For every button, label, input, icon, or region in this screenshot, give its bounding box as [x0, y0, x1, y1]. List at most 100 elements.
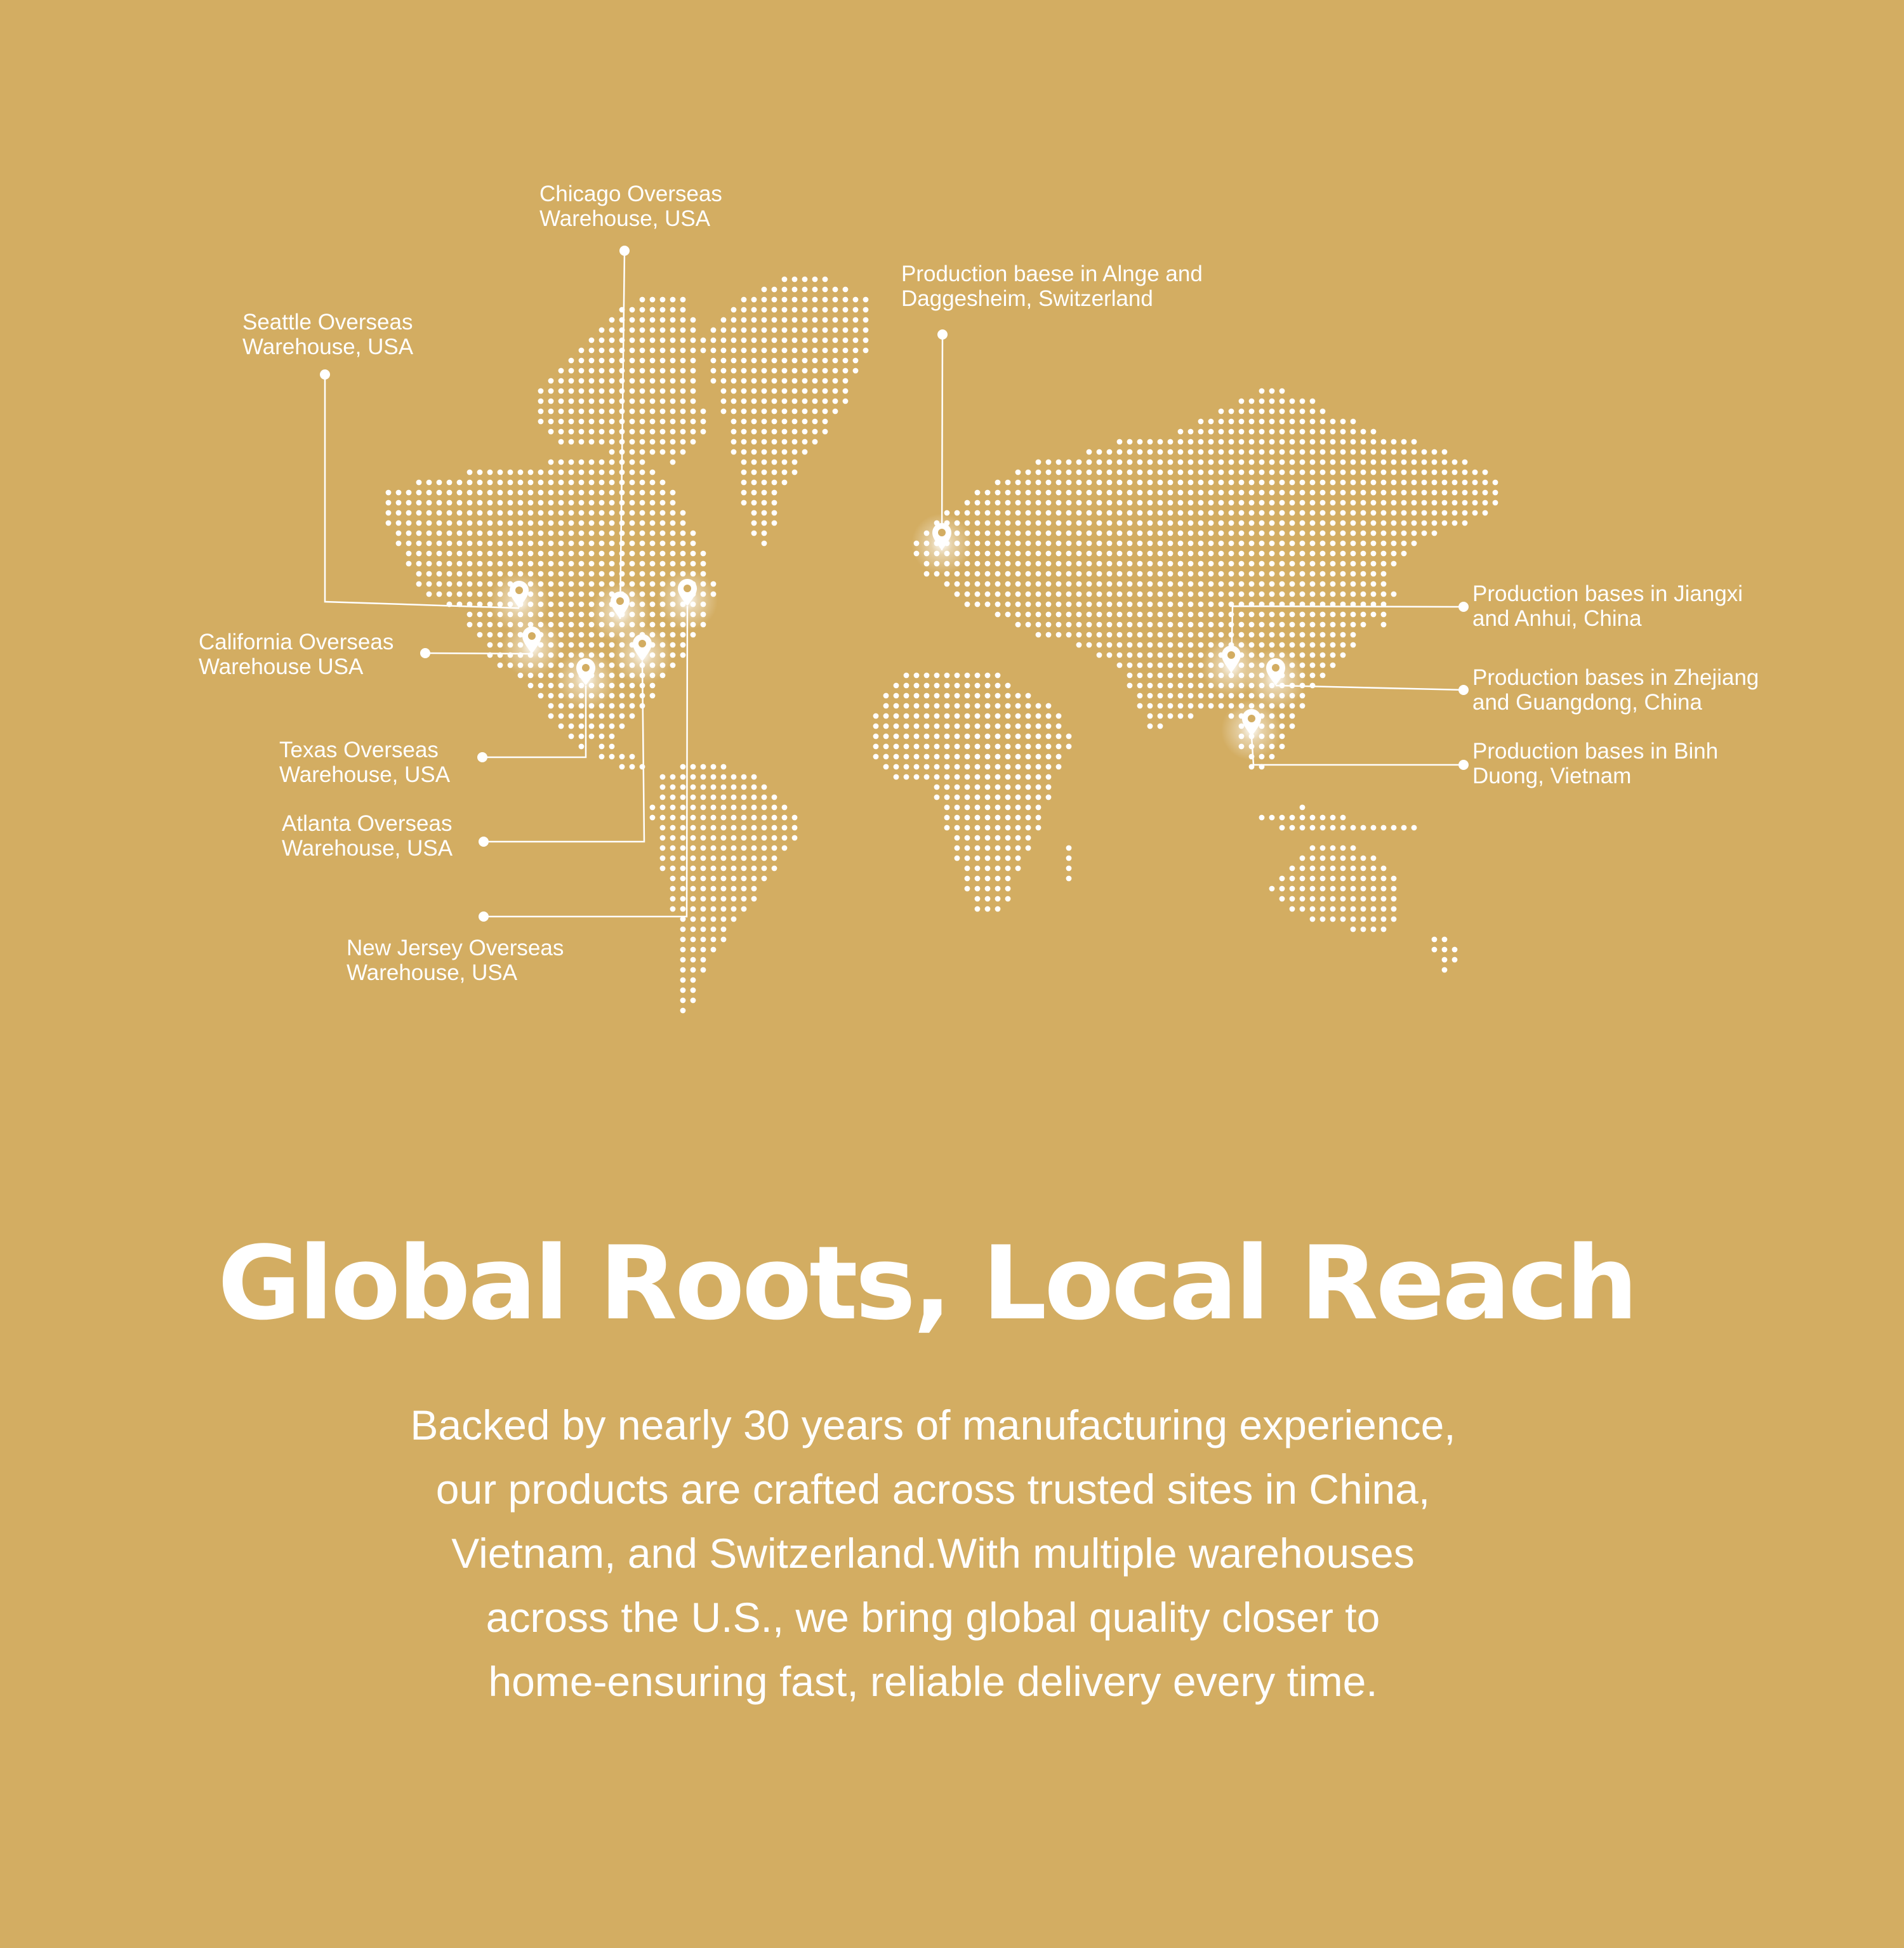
map-dot: [1340, 916, 1346, 922]
map-dot: [893, 753, 899, 760]
map-dot: [1198, 591, 1204, 597]
map-dot: [1015, 865, 1021, 871]
map-dot: [964, 713, 970, 719]
map-dot: [1208, 418, 1214, 425]
map-dot: [1350, 530, 1356, 536]
map-dot: [1116, 449, 1123, 455]
map-dot: [974, 784, 981, 790]
map-dot: [1259, 530, 1265, 536]
map-dot: [832, 388, 838, 394]
map-dot: [771, 469, 777, 475]
map-dot: [1005, 743, 1011, 750]
map-dot: [1238, 550, 1245, 557]
map-dot: [1360, 825, 1366, 831]
map-dot: [771, 408, 777, 414]
map-dot: [923, 764, 930, 770]
map-dot: [680, 804, 686, 811]
map-dot: [781, 296, 788, 303]
map-dot: [639, 347, 645, 354]
map-dot: [791, 398, 798, 404]
map-dot: [802, 307, 808, 313]
map-dot: [1076, 632, 1082, 638]
map-dot: [1086, 469, 1092, 475]
map-dot: [1157, 642, 1163, 648]
map-dot: [1330, 642, 1336, 648]
map-dot: [527, 469, 534, 475]
map-dot: [1340, 611, 1346, 618]
map-dot: [659, 347, 666, 354]
map-dot: [1269, 510, 1275, 516]
map-dot: [781, 418, 788, 425]
map-dot: [1289, 550, 1295, 557]
map-dot: [751, 794, 757, 800]
map-dot: [670, 327, 676, 333]
map-dot: [1086, 489, 1092, 496]
map-dot: [771, 520, 777, 526]
map-dot: [1055, 621, 1062, 628]
map-dot: [1299, 642, 1306, 648]
map-dot: [974, 713, 981, 719]
map-dot: [1218, 510, 1224, 516]
map-dot: [731, 449, 737, 455]
map-dot: [731, 398, 737, 404]
map-dot: [781, 449, 788, 455]
map-dot: [883, 713, 889, 719]
map-dot: [578, 500, 585, 506]
map-dot: [822, 327, 828, 333]
map-dot: [1360, 459, 1366, 465]
map-dot: [690, 428, 696, 435]
map-dot: [720, 835, 727, 841]
map-dot: [1319, 885, 1326, 892]
map-dot: [700, 855, 706, 861]
map-dot: [466, 581, 473, 587]
map-dot: [710, 896, 717, 902]
map-dot: [1370, 581, 1377, 587]
map-dot: [548, 459, 554, 465]
map-dot: [649, 520, 656, 526]
map-dot: [1360, 916, 1366, 922]
map-dot: [1055, 632, 1062, 638]
map-dot: [893, 723, 899, 729]
map-dot: [1218, 449, 1224, 455]
map-dot: [670, 774, 676, 780]
map-dot: [751, 439, 757, 445]
map-dot: [1360, 439, 1366, 445]
map-dot: [822, 408, 828, 414]
map-dot: [751, 845, 757, 851]
map-dot: [609, 418, 615, 425]
map-dot: [1137, 479, 1143, 486]
map-dot: [731, 825, 737, 831]
map-dot: [639, 439, 645, 445]
map-dot: [822, 388, 828, 394]
map-dot: [1015, 733, 1021, 739]
map-dot: [1319, 611, 1326, 618]
map-dot: [720, 825, 727, 831]
map-dot: [680, 398, 686, 404]
map-dot: [964, 753, 970, 760]
map-dot: [832, 317, 838, 323]
map-dot: [477, 489, 483, 496]
map-dot: [1319, 916, 1326, 922]
map-dot: [1350, 581, 1356, 587]
map-dot: [1441, 946, 1448, 953]
map-dot: [1238, 449, 1245, 455]
map-dot: [1066, 479, 1072, 486]
leader-end-dot-chicago: [619, 246, 630, 256]
map-dot: [659, 388, 666, 394]
map-dot: [588, 581, 595, 587]
map-dot: [802, 276, 808, 282]
map-dot: [1096, 520, 1102, 526]
map-dot: [385, 489, 392, 496]
map-dot: [1035, 601, 1041, 607]
map-dot: [944, 703, 950, 709]
map-dot: [1218, 469, 1224, 475]
map-dot: [1086, 449, 1092, 455]
map-dot: [1147, 723, 1153, 729]
map-dot: [629, 713, 635, 719]
map-dot: [1137, 449, 1143, 455]
map-dot: [1045, 550, 1052, 557]
map-dot: [1015, 845, 1021, 851]
map-dot: [1025, 774, 1031, 780]
map-dot: [1309, 611, 1316, 618]
map-dot: [710, 327, 717, 333]
